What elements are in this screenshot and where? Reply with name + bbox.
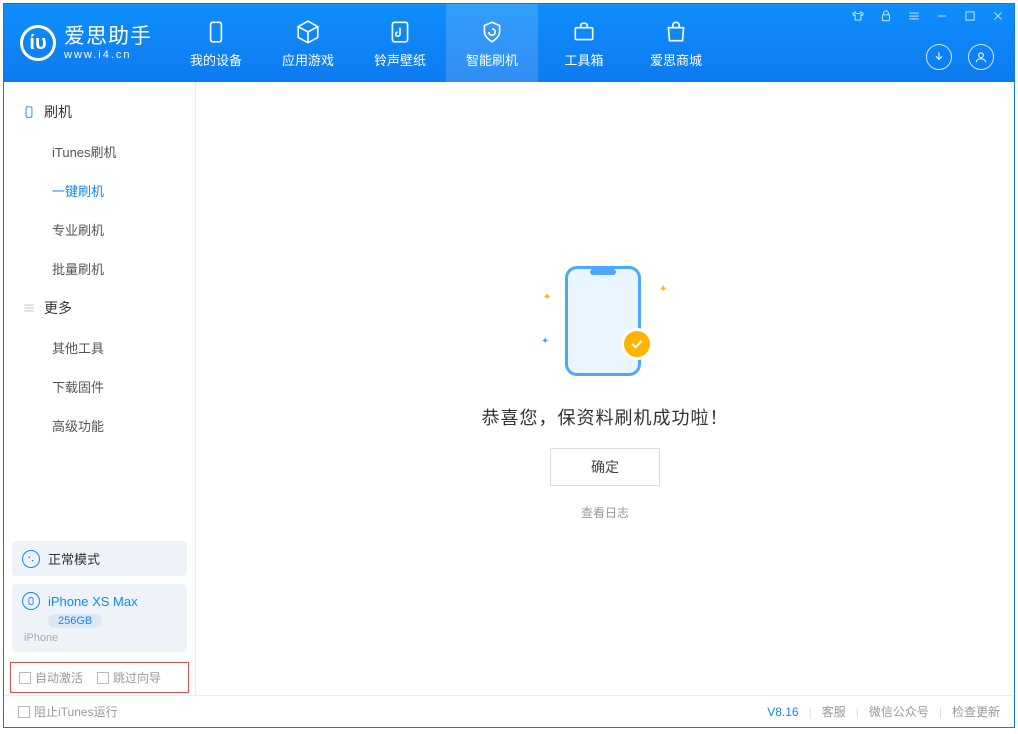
header: ίυ 爱思助手 www.i4.cn 我的设备 应用游戏 铃声壁纸 智能刷机 — [4, 4, 1014, 82]
sidebar-item-advanced[interactable]: 高级功能 — [4, 406, 195, 445]
mode-card[interactable]: 正常模式 — [12, 541, 187, 576]
group-label: 更多 — [44, 298, 72, 318]
sidebar-item-other-tools[interactable]: 其他工具 — [4, 328, 195, 367]
tab-ringtone[interactable]: 铃声壁纸 — [354, 4, 446, 82]
checkbox-icon — [19, 672, 31, 684]
sparkle-icon: ✦ — [543, 292, 551, 303]
tab-my-device[interactable]: 我的设备 — [170, 4, 262, 82]
separator: | — [809, 705, 812, 719]
separator: | — [856, 705, 859, 719]
lock-icon[interactable] — [878, 8, 894, 24]
group-label: 刷机 — [44, 102, 72, 122]
footer-link-service[interactable]: 客服 — [822, 703, 846, 720]
minimize-button[interactable] — [934, 8, 950, 24]
logo-icon: ίυ — [20, 25, 56, 61]
success-message: 恭喜您，保资料刷机成功啦！ — [482, 404, 729, 430]
tab-label: 铃声壁纸 — [374, 50, 426, 69]
view-log-link[interactable]: 查看日志 — [581, 504, 629, 521]
mode-icon — [22, 550, 40, 568]
logo: ίυ 爱思助手 www.i4.cn — [4, 4, 170, 82]
ok-button[interactable]: 确定 — [550, 448, 660, 486]
checkmark-badge-icon — [621, 328, 653, 360]
device-card[interactable]: iPhone XS Max 256GB iPhone — [12, 584, 187, 652]
tab-flash[interactable]: 智能刷机 — [446, 4, 538, 82]
footer-link-wechat[interactable]: 微信公众号 — [869, 703, 929, 720]
tab-label: 爱思商城 — [650, 50, 702, 69]
tab-toolbox[interactable]: 工具箱 — [538, 4, 630, 82]
account-button[interactable] — [968, 44, 994, 70]
checkbox-block-itunes[interactable]: 阻止iTunes运行 — [18, 703, 118, 720]
sparkle-icon: ✦ — [659, 284, 667, 295]
checkbox-label: 阻止iTunes运行 — [34, 703, 118, 720]
music-file-icon — [386, 18, 414, 46]
cube-icon — [294, 18, 322, 46]
list-icon — [22, 301, 36, 315]
device-icon — [202, 18, 230, 46]
shield-refresh-icon — [478, 18, 506, 46]
tab-label: 我的设备 — [190, 50, 242, 69]
sidebar-group-more: 更多 — [4, 288, 195, 328]
phone-notch-graphic — [590, 269, 616, 275]
app-subtitle: www.i4.cn — [64, 49, 152, 61]
sidebar-item-firmware[interactable]: 下载固件 — [4, 367, 195, 406]
checkbox-label: 跳过向导 — [113, 669, 161, 686]
options-highlight-box: 自动激活 跳过向导 — [10, 662, 189, 693]
footer: 阻止iTunes运行 V8.16 | 客服 | 微信公众号 | 检查更新 — [4, 695, 1014, 727]
phone-graphic — [565, 266, 641, 376]
toolbox-icon — [570, 18, 598, 46]
sidebar-item-pro[interactable]: 专业刷机 — [4, 210, 195, 249]
download-button[interactable] — [926, 44, 952, 70]
mode-label: 正常模式 — [48, 549, 100, 568]
main-content: ✦ ✦ ✦ 恭喜您，保资料刷机成功啦！ 确定 查看日志 — [196, 82, 1014, 695]
checkbox-auto-activate[interactable]: 自动激活 — [19, 669, 83, 686]
version-label: V8.16 — [767, 705, 798, 719]
tshirt-icon[interactable] — [850, 8, 866, 24]
sparkle-icon: ✦ — [541, 336, 549, 347]
sidebar-item-oneclick[interactable]: 一键刷机 — [4, 171, 195, 210]
success-illustration: ✦ ✦ ✦ — [535, 256, 675, 386]
body: 刷机 iTunes刷机 一键刷机 专业刷机 批量刷机 更多 其他工具 下载固件 … — [4, 82, 1014, 695]
checkbox-skip-wizard[interactable]: 跳过向导 — [97, 669, 161, 686]
sidebar-item-itunes[interactable]: iTunes刷机 — [4, 132, 195, 171]
app-title: 爱思助手 — [64, 25, 152, 48]
tab-label: 智能刷机 — [466, 50, 518, 69]
phone-icon — [22, 105, 36, 119]
tab-label: 应用游戏 — [282, 50, 334, 69]
tab-apps[interactable]: 应用游戏 — [262, 4, 354, 82]
capacity-badge: 256GB — [48, 614, 102, 628]
menu-icon[interactable] — [906, 8, 922, 24]
maximize-button[interactable] — [962, 8, 978, 24]
sidebar: 刷机 iTunes刷机 一键刷机 专业刷机 批量刷机 更多 其他工具 下载固件 … — [4, 82, 196, 695]
footer-link-update[interactable]: 检查更新 — [952, 703, 1000, 720]
checkbox-icon — [18, 706, 30, 718]
app-window: ίυ 爱思助手 www.i4.cn 我的设备 应用游戏 铃声壁纸 智能刷机 — [3, 3, 1015, 728]
sidebar-group-flash: 刷机 — [4, 92, 195, 132]
bag-icon — [662, 18, 690, 46]
device-type: iPhone — [24, 632, 58, 644]
main-tabs: 我的设备 应用游戏 铃声壁纸 智能刷机 工具箱 爱思商城 — [170, 4, 722, 82]
device-phone-icon — [22, 592, 40, 610]
device-name: iPhone XS Max — [48, 594, 138, 609]
close-button[interactable] — [990, 8, 1006, 24]
window-controls — [850, 8, 1006, 24]
tab-store[interactable]: 爱思商城 — [630, 4, 722, 82]
separator: | — [939, 705, 942, 719]
checkbox-label: 自动激活 — [35, 669, 83, 686]
checkbox-icon — [97, 672, 109, 684]
tab-label: 工具箱 — [564, 50, 603, 69]
sidebar-item-batch[interactable]: 批量刷机 — [4, 249, 195, 288]
